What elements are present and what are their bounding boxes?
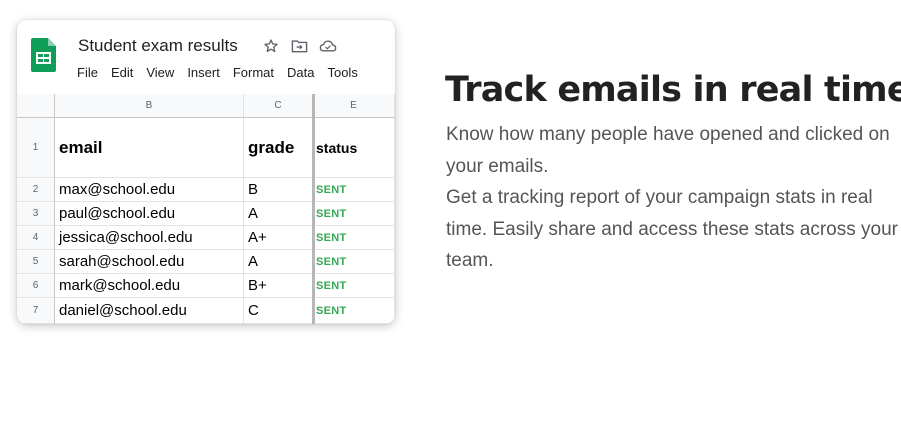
grade-cell[interactable]: A [244,202,313,226]
header-email[interactable]: email [55,118,244,178]
email-cell[interactable]: paul@school.edu [55,202,244,226]
grade-cell[interactable]: C [244,298,313,324]
email-cell[interactable]: jessica@school.edu [55,226,244,250]
frozen-column-divider[interactable] [312,94,315,324]
star-icon[interactable] [263,38,281,54]
status-cell[interactable]: SENT [313,178,395,202]
grade-cell[interactable]: B [244,178,313,202]
menu-edit[interactable]: Edit [111,65,133,80]
row-number[interactable]: 5 [17,250,55,274]
menu-bar: File Edit View Insert Format Data Tools [77,65,358,80]
status-cell[interactable]: SENT [313,274,395,298]
move-to-folder-icon[interactable] [291,38,309,54]
email-cell[interactable]: max@school.edu [55,178,244,202]
row-number[interactable]: 2 [17,178,55,202]
email-cell[interactable]: mark@school.edu [55,274,244,298]
feature-description: Know how many people have opened and cli… [446,119,901,277]
menu-view[interactable]: View [146,65,174,80]
cloud-status-icon[interactable] [319,38,337,54]
document-title[interactable]: Student exam results [78,36,238,56]
column-header-c[interactable]: C [244,94,313,118]
description-paragraph: Know how many people have opened and cli… [446,124,890,177]
status-cell[interactable]: SENT [313,298,395,324]
status-cell[interactable]: SENT [313,226,395,250]
status-cell[interactable]: SENT [313,250,395,274]
row-number[interactable]: 3 [17,202,55,226]
grade-cell[interactable]: A+ [244,226,313,250]
select-all-corner[interactable] [17,94,55,118]
email-cell[interactable]: daniel@school.edu [55,298,244,324]
menu-insert[interactable]: Insert [187,65,220,80]
menu-data[interactable]: Data [287,65,314,80]
row-number[interactable]: 4 [17,226,55,250]
grade-cell[interactable]: A [244,250,313,274]
menu-tools[interactable]: Tools [327,65,357,80]
row-number[interactable]: 7 [17,298,55,324]
menu-format[interactable]: Format [233,65,274,80]
header-status[interactable]: status [313,118,395,178]
row-number[interactable]: 6 [17,274,55,298]
sheets-logo-icon[interactable] [31,38,56,72]
description-paragraph: Get a tracking report of your campaign s… [446,187,898,271]
email-cell[interactable]: sarah@school.edu [55,250,244,274]
menu-file[interactable]: File [77,65,98,80]
row-number[interactable]: 1 [17,118,55,178]
title-icons [263,38,337,54]
feature-headline: Track emails in real time [445,70,901,110]
grade-cell[interactable]: B+ [244,274,313,298]
column-header-e[interactable]: E [313,94,395,118]
spreadsheet-card: Student exam results File Edit View Inse… [17,20,395,324]
header-grade[interactable]: grade [244,118,313,178]
column-header-b[interactable]: B [55,94,244,118]
status-cell[interactable]: SENT [313,202,395,226]
